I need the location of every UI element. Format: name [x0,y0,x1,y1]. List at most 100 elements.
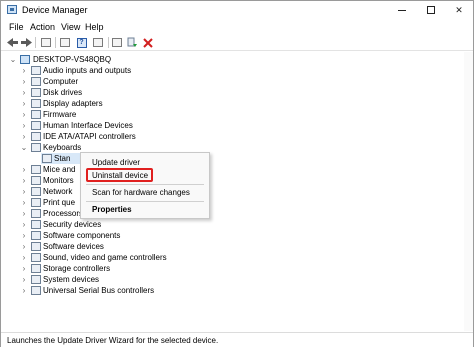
toolbar-separator [108,37,109,48]
chevron-right-icon[interactable]: › [20,109,28,120]
show-hide-tree-button[interactable] [39,36,52,49]
tree-item-usb[interactable]: › Universal Serial Bus controllers [20,285,220,296]
properties-icon [59,38,70,47]
chevron-right-icon[interactable]: › [20,98,28,109]
keyboard-icon [42,154,52,163]
close-button[interactable]: ✕ [446,2,472,18]
minimize-icon [398,9,406,11]
uninstall-device-button[interactable] [141,36,154,49]
chevron-right-icon[interactable]: › [20,263,28,274]
help-button[interactable]: ? [75,36,88,49]
enable-device-button[interactable] [126,36,139,49]
tree-item-print-queues[interactable]: › Print que [20,197,80,208]
chevron-down-icon[interactable]: ⌄ [9,54,17,65]
software-component-icon [31,231,41,240]
chevron-down-icon[interactable]: ⌄ [20,142,28,153]
computer-icon [31,77,41,86]
tree-item-ide[interactable]: › IDE ATA/ATAPI controllers [20,131,220,142]
menu-action[interactable]: Action [30,22,55,32]
window-title: Device Manager [22,5,88,15]
tree-item-network[interactable]: › Network [20,186,80,197]
printer-icon [31,198,41,207]
tree-item-hid[interactable]: › Human Interface Devices [20,120,220,131]
chevron-right-icon[interactable]: › [20,197,28,208]
tree-item-system-devices[interactable]: › System devices [20,274,220,285]
keyboard-icon [31,143,41,152]
storage-controller-icon [31,264,41,273]
tree-item-label: Processors [43,209,84,218]
menu-item-scan-hardware[interactable]: Scan for hardware changes [92,188,190,197]
scan-hardware-button[interactable] [110,36,123,49]
chevron-right-icon[interactable]: › [20,76,28,87]
chevron-right-icon[interactable]: › [20,175,28,186]
menu-view[interactable]: View [61,22,80,32]
tree-item-label: Network [43,187,73,196]
chevron-right-icon[interactable]: › [20,219,28,230]
sound-icon [31,253,41,262]
tree-item-label: Human Interface Devices [43,121,133,130]
menu-separator [86,184,204,185]
update-driver-icon [92,38,103,47]
update-driver-button[interactable] [91,36,104,49]
chevron-right-icon[interactable]: › [20,208,28,219]
software-device-icon [31,242,41,251]
chevron-right-icon[interactable]: › [20,285,28,296]
tree-item-sound-video[interactable]: › Sound, video and game controllers [20,252,220,263]
tree-item-disk-drives[interactable]: › Disk drives [20,87,220,98]
tree-item-label: IDE ATA/ATAPI controllers [43,132,136,141]
maximize-button[interactable] [418,2,444,18]
chevron-right-icon[interactable]: › [20,252,28,263]
tree-item-computer[interactable]: › Computer [20,76,220,87]
context-menu: Update driver Uninstall device Scan for … [80,152,210,219]
tree-item-audio[interactable]: › Audio inputs and outputs [20,65,220,76]
network-adapter-icon [31,187,41,196]
menu-separator [86,201,204,202]
tree-item-label: Keyboards [43,143,82,152]
help-icon: ? [76,37,87,48]
tree-item-security-devices[interactable]: › Security devices [20,219,220,230]
forward-button[interactable] [20,36,33,49]
disk-drive-icon [31,88,41,97]
usb-icon [31,286,41,295]
chevron-right-icon[interactable]: › [20,186,28,197]
tree-item-label: Software components [43,231,121,240]
tree-item-software-components[interactable]: › Software components [20,230,220,241]
minimize-button[interactable] [389,2,415,18]
tree-item-display-adapters[interactable]: › Display adapters [20,98,220,109]
monitor-icon [31,176,41,185]
tree-item-label: Disk drives [43,88,83,97]
tree-item-firmware[interactable]: › Firmware [20,109,220,120]
menu-item-update-driver[interactable]: Update driver [92,158,140,167]
title-bar: Device Manager ✕ [1,1,473,19]
chevron-right-icon[interactable]: › [20,131,28,142]
chevron-right-icon[interactable]: › [20,274,28,285]
toolbar: ? [1,35,473,51]
chevron-right-icon[interactable]: › [20,164,28,175]
menu-item-properties[interactable]: Properties [92,205,132,214]
tree-root[interactable]: ⌄ DESKTOP-VS48QBQ [9,54,209,65]
chevron-right-icon[interactable]: › [20,65,28,76]
system-device-icon [31,275,41,284]
chevron-right-icon[interactable]: › [20,120,28,131]
uninstall-highlight-box [86,168,153,182]
menu-file[interactable]: File [9,22,24,32]
close-icon: ✕ [455,4,463,15]
menu-help[interactable]: Help [85,22,104,32]
tree-item-mice[interactable]: › Mice and [20,164,80,175]
device-manager-icon [7,5,17,14]
tree-item-software-devices[interactable]: › Software devices [20,241,220,252]
maximize-icon [427,6,435,14]
vertical-scrollbar[interactable] [464,52,473,331]
chevron-right-icon[interactable]: › [20,241,28,252]
speaker-icon [31,66,41,75]
tree-item-label: Software devices [43,242,104,251]
tree-item-label: Stan [54,154,71,163]
tree-item-storage-controllers[interactable]: › Storage controllers [20,263,220,274]
back-button[interactable] [6,36,19,49]
mouse-icon [31,165,41,174]
chevron-right-icon[interactable]: › [20,87,28,98]
properties-button[interactable] [58,36,71,49]
chevron-right-icon[interactable]: › [20,230,28,241]
tree-item-monitors[interactable]: › Monitors [20,175,80,186]
hid-icon [31,121,41,130]
